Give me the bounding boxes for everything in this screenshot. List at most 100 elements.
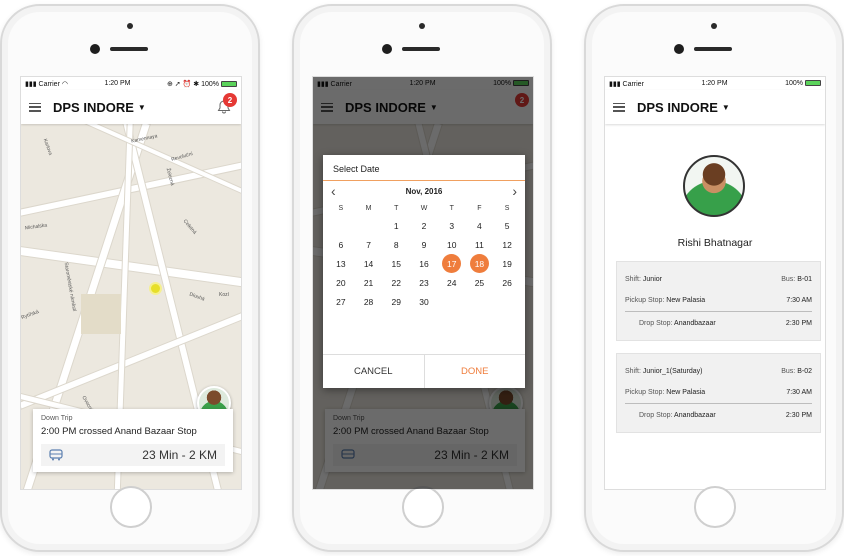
- map-label: Kamennaya: [130, 133, 159, 145]
- wifi-icon: ◠: [61, 80, 68, 88]
- school-title[interactable]: DPS INDORE: [637, 100, 718, 115]
- weekday-header: W: [420, 204, 428, 212]
- bus-icon: [49, 449, 63, 461]
- calendar-day[interactable]: 8: [382, 236, 410, 253]
- status-bar: ▮▮▮ Carrier ◠ 1:20 PM ⊕ ➚ ⏰ ✱ 100%: [21, 77, 241, 90]
- home-button[interactable]: [694, 486, 736, 528]
- selected-day-label: 17: [442, 254, 462, 273]
- app-bar: DPS INDORE ▼ 2: [21, 90, 241, 124]
- calendar-day[interactable]: 1: [382, 217, 410, 234]
- drop-field: Drop Stop: Anandbazaar: [639, 411, 716, 419]
- app-bar: DPS INDORE ▼: [605, 90, 825, 124]
- carrier-label: Carrier: [622, 80, 644, 88]
- calendar-day[interactable]: 14: [355, 255, 383, 272]
- trip-card[interactable]: Shift: Junior_1(Saturday) Bus: B-02 Picku…: [616, 353, 821, 433]
- weekday-header: S: [504, 204, 510, 212]
- calendar-day-selected[interactable]: 18: [466, 254, 494, 273]
- calendar-day[interactable]: 28: [355, 293, 383, 310]
- calendar-day[interactable]: 7: [355, 236, 383, 253]
- selected-day-label: 18: [469, 254, 489, 273]
- shift-field: Shift: Junior: [625, 275, 662, 283]
- trip-message: 2:00 PM crossed Anand Bazaar Stop: [41, 426, 197, 437]
- calendar-day-selected[interactable]: 17: [438, 254, 466, 273]
- calendar-day[interactable]: 16: [410, 255, 438, 272]
- cancel-button[interactable]: CANCEL: [323, 355, 425, 388]
- earpiece-speaker: [110, 47, 148, 51]
- battery-percent: 100%: [785, 80, 803, 87]
- home-button[interactable]: [110, 486, 152, 528]
- calendar-day[interactable]: 19: [493, 255, 521, 272]
- phone-date-picker: ▮▮▮ Carrier 1:20 PM 100% DPS INDORE ▼ 2 …: [292, 4, 552, 552]
- calendar-day[interactable]: 29: [382, 293, 410, 310]
- chevron-right-icon[interactable]: ›: [512, 184, 517, 198]
- calendar-day[interactable]: 20: [327, 274, 355, 291]
- notification-badge[interactable]: 2: [223, 93, 237, 107]
- dialog-actions: CANCEL DONE: [323, 354, 525, 388]
- done-button[interactable]: DONE: [425, 355, 526, 388]
- pickup-time: 7:30 AM: [786, 389, 812, 396]
- calendar-day[interactable]: 22: [382, 274, 410, 291]
- calendar-day[interactable]: 10: [438, 236, 466, 253]
- map-label: Kozí: [219, 292, 230, 298]
- calendar-day[interactable]: 24: [438, 274, 466, 291]
- alarm-icon: ⊕ ➚ ⏰ ✱: [166, 80, 200, 88]
- calendar-day[interactable]: 13: [327, 255, 355, 272]
- calendar-day[interactable]: 4: [466, 217, 494, 234]
- earpiece-speaker: [402, 47, 440, 51]
- trip-status-card[interactable]: Down Trip 2:00 PM crossed Anand Bazaar S…: [33, 409, 233, 472]
- camera-lens: [90, 44, 100, 54]
- hamburger-menu-icon[interactable]: [29, 102, 41, 112]
- map-label: Karlova: [41, 138, 54, 156]
- screen: ▮▮▮ Carrier 1:20 PM 100% DPS INDORE ▼ 2 …: [312, 76, 534, 490]
- map-label: Rytířská: [21, 309, 40, 321]
- calendar-day[interactable]: 27: [327, 293, 355, 310]
- calendar-day[interactable]: 26: [493, 274, 521, 291]
- weekday-header: S: [338, 204, 344, 212]
- calendar-day[interactable]: 15: [382, 255, 410, 272]
- chevron-left-icon[interactable]: ‹: [331, 184, 336, 198]
- screen: ▮▮▮ Carrier ◠ 1:20 PM ⊕ ➚ ⏰ ✱ 100% DPS I…: [20, 76, 242, 490]
- chevron-down-icon[interactable]: ▼: [138, 103, 146, 112]
- camera-lens: [674, 44, 684, 54]
- map-road: [21, 244, 241, 292]
- signal-icon: ▮▮▮: [25, 80, 37, 88]
- calendar-day[interactable]: 11: [466, 236, 494, 253]
- calendar-day[interactable]: 6: [327, 236, 355, 253]
- battery-icon: [221, 80, 237, 87]
- calendar-day[interactable]: 9: [410, 236, 438, 253]
- map-label: Celetná: [181, 218, 198, 236]
- calendar-day[interactable]: 30: [410, 293, 438, 310]
- front-camera: [127, 23, 133, 29]
- month-navigation: ‹ Nov, 2016 ›: [323, 181, 525, 201]
- calendar-day[interactable]: 5: [493, 217, 521, 234]
- pickup-field: Pickup Stop: New Palasia: [625, 389, 706, 396]
- trip-card[interactable]: Shift: Junior Bus: B-01 Pickup Stop: New …: [616, 261, 821, 341]
- dialog-title: Select Date: [323, 155, 525, 181]
- screen: ▮▮▮ Carrier 1:20 PM 100% DPS INDORE ▼ Ri…: [604, 76, 826, 490]
- calendar-day[interactable]: 3: [438, 217, 466, 234]
- chevron-down-icon[interactable]: ▼: [722, 103, 730, 112]
- carrier-label: Carrier: [38, 80, 60, 88]
- map-label: Michalska: [24, 222, 48, 232]
- calendar-day[interactable]: 21: [355, 274, 383, 291]
- calendar-day[interactable]: 12: [493, 236, 521, 253]
- school-title[interactable]: DPS INDORE: [53, 100, 134, 115]
- map-block: [81, 294, 121, 334]
- calendar-day[interactable]: 2: [410, 217, 438, 234]
- map-label: Dlouhá: [188, 291, 206, 303]
- weekday-header: T: [449, 204, 454, 212]
- bus-location-pin[interactable]: [149, 282, 162, 295]
- weekday-header: M: [365, 204, 372, 212]
- status-time: 1:20 PM: [104, 80, 131, 87]
- drop-field: Drop Stop: Anandbazaar: [639, 319, 716, 327]
- hamburger-menu-icon[interactable]: [613, 102, 625, 112]
- pickup-field: Pickup Stop: New Palasia: [625, 297, 706, 304]
- phone-profile: ▮▮▮ Carrier 1:20 PM 100% DPS INDORE ▼ Ri…: [584, 4, 844, 552]
- calendar-day[interactable]: 23: [410, 274, 438, 291]
- home-button[interactable]: [402, 486, 444, 528]
- weekday-header: T: [394, 204, 399, 212]
- trip-type: Down Trip: [41, 415, 73, 422]
- battery-percent: 100%: [201, 80, 219, 88]
- calendar-day[interactable]: 25: [466, 274, 494, 291]
- front-camera: [419, 23, 425, 29]
